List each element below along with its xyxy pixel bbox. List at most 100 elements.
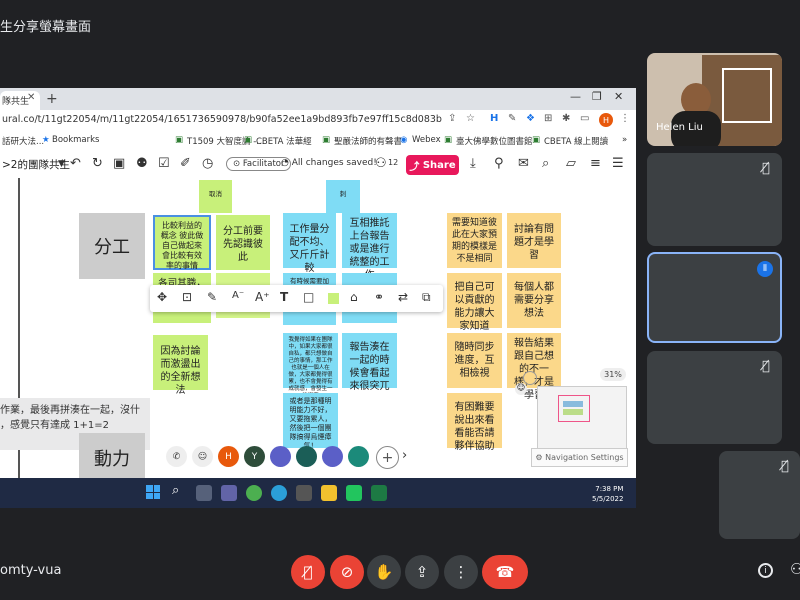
sticky-note-orange[interactable]: 有困難要說出來看看能否請夥伴協助 <box>447 393 502 452</box>
sticky-note-green[interactable]: 分工前要先認識彼此 <box>216 215 270 270</box>
zoom-to-icon[interactable]: ⊡ <box>182 290 192 304</box>
people-icon[interactable]: ⚇ <box>790 560 800 578</box>
members-icon[interactable]: ⚇ <box>375 156 387 171</box>
edit-icon[interactable]: ✎ <box>207 290 217 304</box>
bookmark-item[interactable]: CBETA 線上閱讀 <box>544 135 608 147</box>
excel-icon[interactable] <box>371 485 387 501</box>
decrease-font-icon[interactable]: A⁻ <box>232 290 244 301</box>
search-icon[interactable]: ⌕ <box>172 483 179 498</box>
undo-icon[interactable]: ↶ <box>70 156 81 171</box>
section-label-motivation[interactable]: 動力 <box>79 433 145 478</box>
chevron-right-icon[interactable]: › <box>402 448 407 463</box>
avatar[interactable] <box>322 446 343 467</box>
outline-icon[interactable]: ▣ <box>113 156 125 171</box>
participant-tile[interactable]: 🎙̸ <box>647 351 782 444</box>
bookmark-item[interactable]: Bookmarks <box>52 135 100 145</box>
task-view-icon[interactable] <box>196 485 212 501</box>
move-icon[interactable]: ✥ <box>157 290 167 304</box>
sticky-note-green-top[interactable]: 取消 <box>199 180 232 213</box>
extension-icon[interactable]: ⊞ <box>544 113 552 124</box>
sidebar-icon[interactable]: ▭ <box>580 113 589 124</box>
shape-icon[interactable]: □ <box>303 290 314 304</box>
bookmark-item[interactable]: 話研大法... <box>2 135 44 147</box>
mic-toggle-button[interactable]: 🎙̸ <box>291 555 325 589</box>
sticky-note-green[interactable]: 比較利益的概念 彼此做自己做起來會比較有效率的事情 <box>153 215 211 270</box>
address-bar[interactable]: ural.co/t/11gt22054/m/11gt22054/16517365… <box>0 110 636 133</box>
present-button[interactable]: ⇪ <box>405 555 439 589</box>
navigation-settings-button[interactable]: ⚙ Navigation Settings <box>531 448 628 467</box>
share-icon[interactable]: ⇪ <box>448 113 456 124</box>
increase-font-icon[interactable]: A⁺ <box>255 290 270 304</box>
close-window-icon[interactable]: ✕ <box>614 90 623 103</box>
connector-icon[interactable]: ⇄ <box>398 290 408 304</box>
tag-icon[interactable]: ⌂ <box>350 290 358 304</box>
add-icon[interactable]: + <box>376 446 399 469</box>
redo-icon[interactable]: ↻ <box>92 156 103 171</box>
avatar[interactable]: Y <box>244 446 265 467</box>
sticky-note-blue[interactable]: 我覺得如果在團隊中，如果大家都很自私，都只想做自己的事情，那工作也就是一個人在做… <box>283 333 338 399</box>
participant-tile-speaking[interactable]: ⦀ <box>647 252 782 343</box>
zoom-slider-handle[interactable] <box>523 371 537 385</box>
avatar[interactable] <box>348 446 369 467</box>
new-tab-icon[interactable]: + <box>46 91 58 107</box>
sticky-note-blue[interactable]: 或者是那種明明能力不好，又要拖累人，然後把一個團隊搞得烏煙瘴氣！ <box>283 393 338 450</box>
more-bookmarks-icon[interactable]: » <box>622 135 627 145</box>
sticky-note-blue[interactable]: 工作量分配不均、又斤斤計較 <box>283 213 336 274</box>
close-tab-icon[interactable]: ✕ <box>27 92 35 103</box>
more-options-button[interactable]: ⋮ <box>444 555 478 589</box>
star-icon[interactable]: ☆ <box>466 113 475 124</box>
layers-icon[interactable]: ☰ <box>612 156 624 171</box>
sticky-note-green[interactable]: 因為討論而激盪出的全新想法 <box>153 335 208 396</box>
restore-icon[interactable]: ❐ <box>592 90 602 103</box>
line-icon[interactable] <box>346 485 362 501</box>
sticky-note-orange[interactable]: 需要知道彼此在大家預期的模樣是不是相同 <box>447 213 502 268</box>
bookmark-item[interactable]: T1509 大智度論 -... <box>187 135 264 147</box>
leave-call-button[interactable]: ☎ <box>482 555 528 589</box>
minimize-icon[interactable]: — <box>570 90 581 103</box>
phone-icon[interactable]: ✆ <box>166 446 187 467</box>
avatar[interactable] <box>296 446 317 467</box>
sticky-note-orange[interactable]: 把自己可以貢獻的能力讓大家知道 <box>447 273 502 332</box>
bookmark-item[interactable]: Webex <box>412 135 441 145</box>
sticky-note-blue[interactable]: 互相推託上台報告或是進行統整的工作 <box>342 213 397 281</box>
participant-tile-video[interactable]: Helen Liu <box>647 53 782 146</box>
camera-toggle-button[interactable]: ⊘ <box>330 555 364 589</box>
edge-icon[interactable] <box>271 485 287 501</box>
raise-hand-button[interactable]: ✋ <box>367 555 401 589</box>
chrome-icon[interactable] <box>246 485 262 501</box>
avatar[interactable]: H <box>218 446 239 467</box>
people-icon[interactable]: ⚉ <box>136 156 148 171</box>
color-swatch[interactable] <box>328 293 339 304</box>
section-label-division[interactable]: 分工 <box>79 213 145 279</box>
dropbox-icon[interactable]: ❖ <box>526 113 535 124</box>
participant-tile[interactable]: 🎙̸ <box>719 451 800 539</box>
search-icon[interactable]: ⌕ <box>542 156 549 171</box>
url-text[interactable]: ural.co/t/11gt22054/m/11gt22054/16517365… <box>2 114 442 125</box>
folder-icon[interactable] <box>321 485 337 501</box>
comment-icon[interactable]: ▱ <box>566 156 576 171</box>
share-button[interactable]: ⤴ Share <box>406 155 459 175</box>
emoji-icon[interactable]: ☺ <box>192 446 213 467</box>
extension-h-icon[interactable]: H <box>490 113 498 124</box>
download-icon[interactable]: ⤓ <box>470 156 476 171</box>
bookmark-item[interactable]: CBETA 法華經 <box>256 135 312 147</box>
store-icon[interactable] <box>296 485 312 501</box>
avatar[interactable] <box>270 446 291 467</box>
minimap[interactable] <box>537 386 627 450</box>
duplicate-icon[interactable]: ⧉ <box>422 290 431 305</box>
bookmark-item[interactable]: 臺大佛學數位圖書館 <box>456 135 533 147</box>
extension-icon[interactable]: ✎ <box>508 113 516 124</box>
sticky-note-orange[interactable]: 討論有問題才是學習 <box>507 213 561 268</box>
sticky-note-blue-top[interactable]: 刺 <box>326 180 360 213</box>
accessibility-icon[interactable]: ☺ <box>515 383 527 395</box>
info-icon[interactable]: i <box>758 563 773 578</box>
pin-icon[interactable]: ⚲ <box>494 156 504 171</box>
menu-dots-icon[interactable]: ⋮ <box>620 113 630 124</box>
puzzle-icon[interactable]: ✱ <box>562 113 570 124</box>
text-format-icon[interactable]: T <box>280 290 288 304</box>
pen-icon[interactable]: ✐ <box>180 156 191 171</box>
sticky-note-orange[interactable]: 每個人都需要分享想法 <box>507 273 561 328</box>
checklist-icon[interactable]: ☑ <box>158 156 170 171</box>
participant-tile[interactable]: 🎙̸ <box>647 153 782 246</box>
profile-avatar[interactable]: H <box>599 113 613 127</box>
